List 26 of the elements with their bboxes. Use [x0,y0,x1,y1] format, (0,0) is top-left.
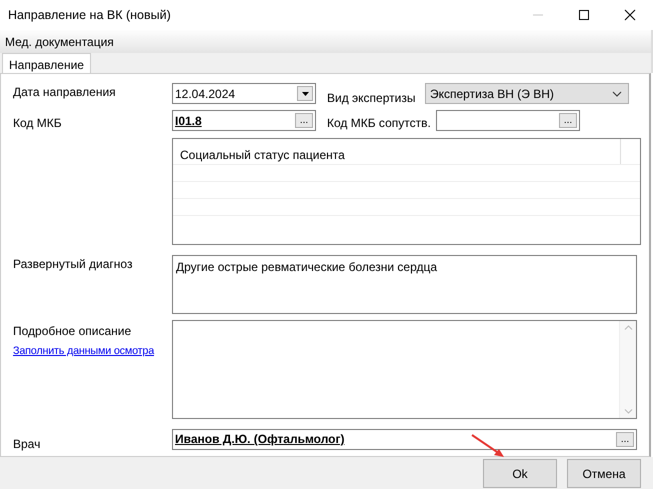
browse-button[interactable]: ... [559,113,577,128]
dialog-button[interactable]: Отмена [567,459,641,488]
field-label: Развернутый диагноз [13,256,134,273]
browse-button[interactable]: ... [616,432,634,447]
field-label: Вид экспертизы [326,90,416,107]
browse-button[interactable]: ... [295,113,313,128]
dropdown-icon[interactable] [302,92,308,96]
icd-code-field[interactable]: I01.8 ... [172,110,316,131]
fill-link[interactable]: Заполнить данными осмотра [13,343,154,360]
column-header: Социальный статус пациента [180,148,345,162]
expertise-dropdown[interactable]: Экспертиза ВН (Э ВН) [425,83,629,104]
field-label: Дата направления [13,84,117,101]
field-label: Код МКБ [13,115,63,132]
date-field[interactable]: 12.04.2024 [172,83,316,104]
diagnosis-field[interactable]: Другие острые ревматические болезни сердца [172,255,637,314]
chevron-down-icon [612,90,622,96]
field-label: Код МКБ сопутств. [326,115,432,132]
doctor-field[interactable]: Иванов Д.Ю. (Офтальмолог) ... [172,429,637,450]
menu-item[interactable]: Мед. документация [4,32,115,50]
field-label: Подробное описание [13,323,132,340]
tab[interactable]: Направление [2,53,91,73]
field-label: Врач [13,436,42,453]
window-title: Направление на ВК (новый) [8,6,171,24]
arrow-annotation [470,433,506,459]
dialog-button[interactable]: Ok [483,459,557,488]
secondary-icd-field[interactable]: ... [436,110,580,131]
